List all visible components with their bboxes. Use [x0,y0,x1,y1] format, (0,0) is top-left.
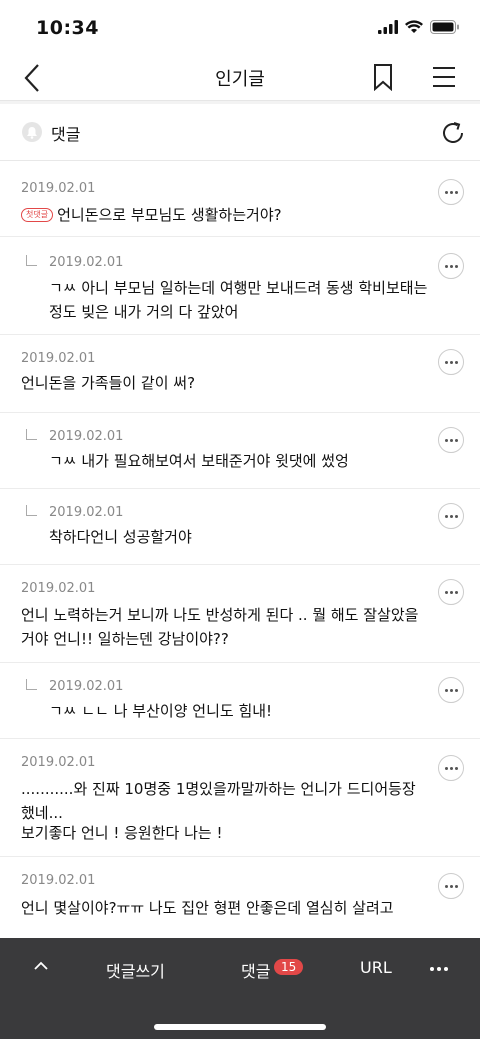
more-options-icon[interactable] [438,579,464,605]
more-options-icon[interactable] [438,873,464,899]
comment-item: 2019.02.01 ...........와 진짜 10명중 1명있을까말까하… [0,739,480,857]
comment-list: 2019.02.01 첫댓글 언니돈으로 부모님도 생활하는거야? 2019.02… [0,161,480,937]
bookmark-icon[interactable] [372,63,394,91]
write-comment-button[interactable]: 댓글쓰기 [106,958,165,982]
first-comment-badge: 첫댓글 [21,208,54,222]
reply-arrow-icon [26,679,37,690]
comment-count-badge: 15 [274,959,304,975]
comment-text: ㄱㅆ 내가 필요해보여서 보태준거야 윗댓에 썼엉 [49,452,349,470]
comment-text: 언니 노력하는거 보니까 나도 반성하게 된다 .. 뭘 해도 잘살았을거야 언… [21,606,419,648]
more-options-icon[interactable] [438,427,464,453]
comment-date: 2019.02.01 [49,679,124,694]
status-bar: 10:34 [0,0,480,56]
comment-item: 2019.02.01 언니 몇살이야?ㅠㅠ 나도 집안 형편 안좋은데 열심히 … [0,857,480,937]
comment-date: 2019.02.01 [49,429,124,444]
comment-reply-item: 2019.02.01 ㄱㅆ 내가 필요해보여서 보태준거야 윗댓에 썼엉 [0,413,480,489]
comment-reply-item: 2019.02.01 ㄱㅆ ㄴㄴ 나 부산이양 언니도 힘내! [0,663,480,739]
comments-button[interactable]: 댓글 [241,958,270,982]
comment-date: 2019.02.01 [21,181,96,196]
page-title: 인기글 [215,69,265,90]
comment-date: 2019.02.01 [21,873,96,888]
comments-header-label: 댓글 [51,125,81,144]
comment-text: ...........와 진짜 10명중 1명있을까말까하는 언니가 드디어등장… [21,780,416,822]
home-indicator [154,1024,326,1030]
comment-reply-item: 2019.02.01 착하다언니 성공할거야 [0,489,480,565]
url-button[interactable]: URL [360,958,392,977]
comment-text: ㄱㅆ 아니 부모님 일하는데 여행만 보내드려 동생 학비보태는정도 빚은 내가… [49,279,428,321]
nav-bar: 인기글 [0,56,480,101]
reply-arrow-icon [26,429,37,440]
scroll-up-icon[interactable] [33,960,49,972]
more-options-icon[interactable] [438,755,464,781]
comments-header: 댓글 [0,104,480,161]
bell-icon[interactable] [22,122,42,142]
comment-item: 2019.02.01 언니돈을 가족들이 같이 써? [0,335,480,413]
status-time: 10:34 [36,17,99,39]
comment-date: 2019.02.01 [21,581,96,596]
status-icons [378,20,460,34]
reply-arrow-icon [26,505,37,516]
comment-reply-item: 2019.02.01 ㄱㅆ 아니 부모님 일하는데 여행만 보내드려 동생 학비… [0,237,480,335]
comment-date: 2019.02.01 [49,255,124,270]
comment-text: 언니돈으로 부모님도 생활하는거야? [57,206,282,224]
more-menu-icon[interactable] [430,967,448,971]
more-options-icon[interactable] [438,349,464,375]
comment-text-wrap: 첫댓글 언니돈으로 부모님도 생활하는거야? [21,203,421,227]
comment-text: 언니돈을 가족들이 같이 써? [21,374,196,392]
comment-item: 2019.02.01 첫댓글 언니돈으로 부모님도 생활하는거야? [0,161,480,237]
comment-date: 2019.02.01 [21,351,96,366]
comment-item: 2019.02.01 언니 노력하는거 보니까 나도 반성하게 된다 .. 뭘 … [0,565,480,663]
more-options-icon[interactable] [438,503,464,529]
hamburger-menu-icon[interactable] [432,65,456,89]
more-options-icon[interactable] [438,253,464,279]
battery-icon [430,20,459,34]
wifi-icon [405,20,423,33]
more-options-icon[interactable] [438,179,464,205]
bottom-toolbar: 댓글쓰기 댓글 15 URL [0,938,480,1039]
reply-arrow-icon [26,255,37,266]
more-options-icon[interactable] [438,677,464,703]
comment-date: 2019.02.01 [49,505,124,520]
signal-icon [378,20,398,34]
comment-text: 언니 몇살이야?ㅠㅠ 나도 집안 형편 안좋은데 열심히 살려고 [21,899,394,917]
comment-text: ㄱㅆ ㄴㄴ 나 부산이양 언니도 힘내! [49,702,273,720]
refresh-icon[interactable] [440,120,466,146]
comment-text: 착하다언니 성공할거야 [49,528,192,546]
comment-text-line2: 보기좋다 언니 ! 응원한다 나는 ! [21,824,223,842]
comment-date: 2019.02.01 [21,755,96,770]
